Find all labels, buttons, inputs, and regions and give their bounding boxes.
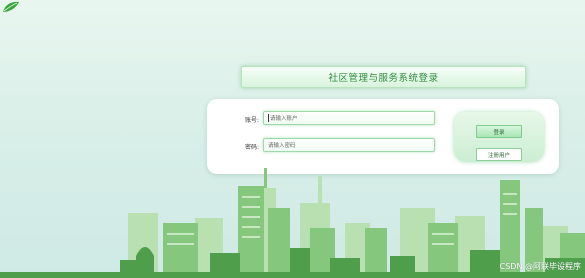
watermark: CSDN @阿联毕设程序 [499, 262, 581, 271]
login-button[interactable]: 登录 [476, 125, 522, 138]
password-input[interactable]: 请输入密码 [263, 138, 435, 152]
password-label: 密码: [245, 144, 260, 151]
city-skyline-illustration [0, 168, 585, 278]
page-title: 社区管理与服务系统登录 [241, 66, 526, 88]
account-input[interactable]: 请输入账户 [263, 111, 435, 125]
text-cursor [268, 114, 269, 122]
register-button[interactable]: 注册用户 [476, 148, 522, 161]
account-label: 账号: [245, 117, 260, 124]
password-placeholder: 请输入密码 [268, 143, 296, 149]
account-placeholder: 请输入账户 [270, 116, 298, 122]
leaf-logo-icon [3, 1, 19, 12]
